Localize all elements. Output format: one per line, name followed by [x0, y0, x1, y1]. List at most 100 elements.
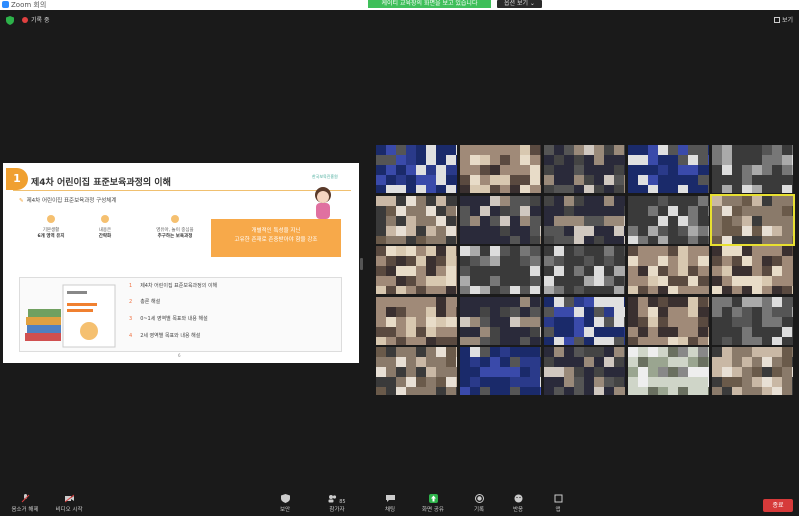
video-pixel — [792, 205, 793, 216]
video-pixel — [510, 357, 520, 367]
video-pixel — [396, 286, 406, 294]
video-pixel — [446, 155, 456, 165]
video-pixel — [416, 357, 426, 367]
view-options-button[interactable]: 옵션 보기 ⌄ — [497, 0, 542, 8]
share-screen-button[interactable]: 화면 공유 — [413, 494, 453, 513]
video-pixel — [544, 306, 554, 317]
video-pixel — [762, 145, 772, 155]
participant-video-tile[interactable] — [544, 246, 625, 294]
reactions-button[interactable]: 반응 — [498, 494, 538, 513]
shared-screen: 1 제4차 어린이집 표준보육과정의 이해 한국보육진흥원 ✎ 제4차 어린이집 … — [3, 163, 359, 363]
video-pixel — [470, 357, 480, 367]
video-pixel — [426, 205, 436, 216]
participant-video-tile[interactable] — [712, 347, 793, 395]
apps-button[interactable]: 앱 — [538, 494, 578, 513]
record-button[interactable]: 기록 — [459, 494, 499, 513]
video-pixel — [584, 145, 594, 155]
participant-video-tile[interactable] — [544, 296, 625, 345]
video-pixel — [752, 195, 762, 206]
bulb-icon — [171, 215, 179, 223]
video-pixel — [426, 185, 436, 193]
video-pixel — [510, 205, 520, 216]
video-pixel — [604, 145, 614, 155]
participant-video-tile[interactable] — [628, 195, 709, 244]
encryption-shield-icon[interactable] — [6, 16, 14, 25]
video-pixel — [540, 326, 541, 337]
video-pixel — [594, 276, 604, 286]
video-pixel — [712, 276, 722, 286]
video-pixel — [604, 306, 614, 317]
video-pixel — [678, 367, 688, 377]
participant-video-tile[interactable] — [376, 246, 457, 294]
video-pixel — [510, 367, 520, 377]
participant-video-tile[interactable] — [376, 145, 457, 193]
video-pixel — [490, 165, 500, 175]
participant-video-tile[interactable] — [460, 195, 541, 244]
participant-video-tile[interactable] — [628, 347, 709, 395]
video-pixel — [520, 377, 530, 387]
participants-button[interactable]: 85 참가자 — [317, 494, 357, 513]
video-pixel — [416, 326, 426, 337]
participant-video-tile[interactable] — [712, 296, 793, 345]
participant-video-tile[interactable] — [628, 246, 709, 294]
video-pixel — [604, 246, 614, 256]
start-video-button[interactable]: 비디오 시작 — [49, 494, 89, 513]
video-pixel — [456, 306, 457, 317]
participant-video-tile[interactable] — [376, 296, 457, 345]
view-button[interactable]: 보기 — [773, 16, 793, 25]
unmute-button[interactable]: 음소거 해제 — [5, 494, 45, 513]
participant-video-tile[interactable] — [376, 195, 457, 244]
video-pixel — [708, 276, 709, 286]
video-pixel — [416, 235, 426, 244]
video-pixel — [722, 145, 732, 155]
video-pixel — [510, 306, 520, 317]
video-pixel — [574, 155, 584, 165]
participant-video-tile[interactable] — [628, 296, 709, 345]
participant-video-tile[interactable] — [544, 145, 625, 193]
participant-video-tile[interactable] — [712, 145, 793, 193]
participant-video-tile[interactable] — [460, 347, 541, 395]
video-pixel — [688, 266, 698, 276]
participant-video-tile[interactable] — [710, 193, 795, 246]
video-pixel — [638, 377, 648, 387]
video-pixel — [376, 367, 386, 377]
video-pixel — [712, 155, 722, 165]
video-pixel — [722, 205, 732, 216]
chat-button[interactable]: 채팅 — [370, 494, 410, 513]
video-pixel — [658, 195, 668, 206]
participant-video-tile[interactable] — [544, 195, 625, 244]
participant-video-tile[interactable] — [712, 246, 793, 294]
video-pixel — [624, 175, 625, 185]
security-button[interactable]: 보안 — [265, 494, 305, 513]
participant-video-tile[interactable] — [628, 145, 709, 193]
video-pixel — [376, 246, 386, 256]
video-pixel — [584, 185, 594, 193]
video-pixel — [624, 205, 625, 216]
video-pixel — [584, 256, 594, 266]
participant-video-tile[interactable] — [460, 246, 541, 294]
video-pixel — [604, 357, 614, 367]
video-pixel — [446, 235, 456, 244]
video-pixel — [722, 296, 732, 307]
video-pixel — [762, 306, 772, 317]
video-pixel — [708, 316, 709, 327]
video-pixel — [624, 246, 625, 256]
video-pixel — [426, 336, 436, 345]
participant-video-tile[interactable] — [460, 145, 541, 193]
video-pixel — [480, 205, 490, 216]
video-pixel — [530, 175, 540, 185]
split-resize-handle[interactable] — [360, 258, 363, 270]
video-pixel — [554, 347, 564, 357]
participant-video-tile[interactable] — [460, 296, 541, 345]
recording-indicator[interactable]: 기록 중 — [22, 16, 49, 25]
video-pixel — [574, 336, 584, 345]
video-pixel — [436, 195, 446, 206]
participant-video-tile[interactable] — [544, 347, 625, 395]
video-pixel — [698, 306, 708, 317]
video-pixel — [708, 377, 709, 387]
video-pixel — [772, 256, 782, 266]
end-meeting-button[interactable]: 종료 — [763, 499, 793, 512]
video-pixel — [792, 326, 793, 337]
video-pixel — [698, 367, 708, 377]
participant-video-tile[interactable] — [376, 347, 457, 395]
